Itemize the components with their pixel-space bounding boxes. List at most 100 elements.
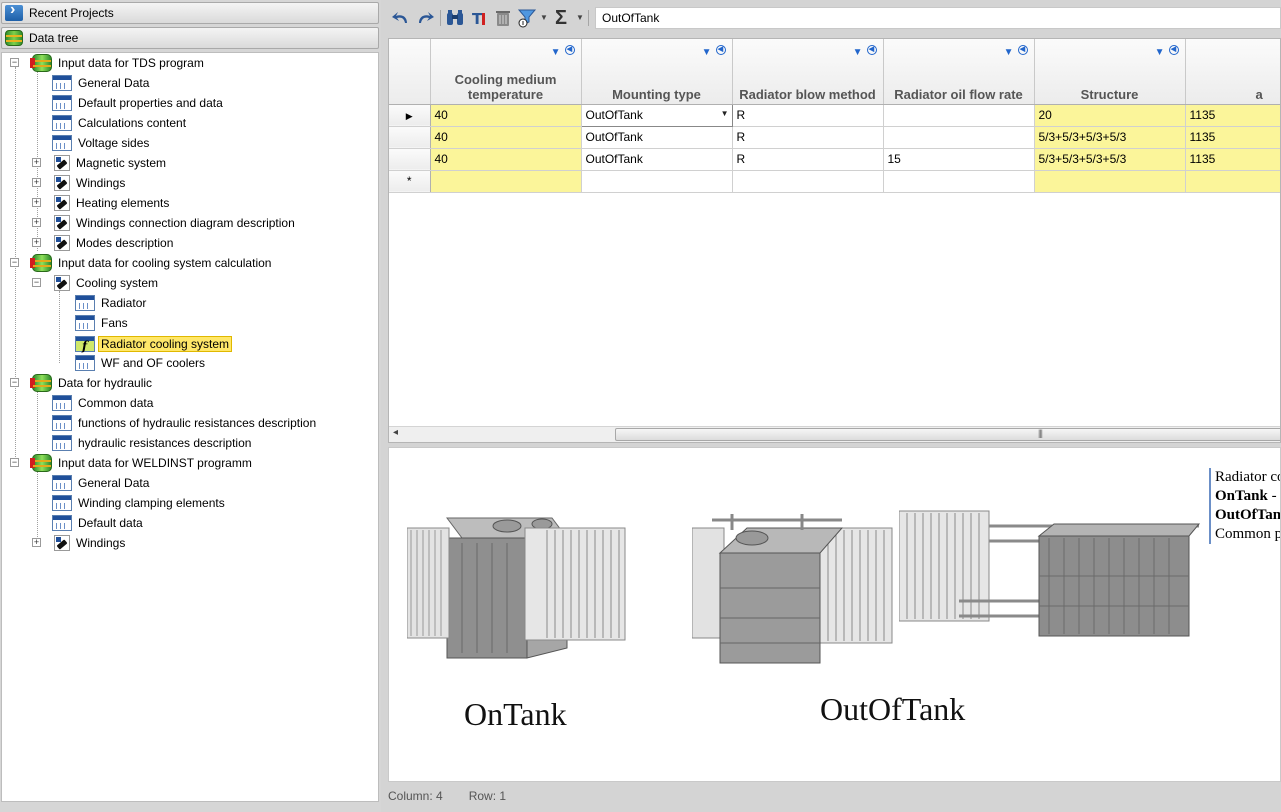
- undo-icon[interactable]: [390, 7, 412, 29]
- cell[interactable]: 40: [430, 104, 582, 127]
- cell[interactable]: 1135: [1185, 104, 1280, 127]
- filter-dropdown-icon[interactable]: ▼: [540, 13, 548, 22]
- sort-icon[interactable]: ◀: [866, 45, 877, 55]
- cell[interactable]: 1135: [1185, 126, 1280, 149]
- cell-editor[interactable]: OutOfTank ▼: [580, 103, 733, 127]
- tree-item-cooling-calc[interactable]: − Input data for cooling system calculat…: [10, 253, 274, 273]
- filter-icon[interactable]: ▼: [853, 45, 863, 60]
- row-indicator[interactable]: ▶: [389, 104, 431, 127]
- tree-item-weldinst[interactable]: − Input data for WELDINST programm: [10, 453, 255, 473]
- cell[interactable]: 5/3+5/3+5/3+5/3: [1034, 148, 1186, 171]
- data-tree[interactable]: − Input data for TDS program General Dat…: [1, 52, 379, 802]
- collapse-icon[interactable]: −: [10, 458, 19, 467]
- tree-item-winding-clamping[interactable]: Winding clamping elements: [52, 493, 228, 513]
- expand-icon[interactable]: +: [32, 538, 41, 547]
- expand-icon[interactable]: +: [32, 178, 41, 187]
- tree-item-hydraulic-resistances[interactable]: hydraulic resistances description: [52, 433, 254, 453]
- tree-item-wf-of-coolers[interactable]: WF and OF coolers: [75, 353, 208, 373]
- filter-icon[interactable]: ▼: [1155, 45, 1165, 60]
- cell[interactable]: 20: [1034, 104, 1186, 127]
- tree-item-fans[interactable]: Fans: [75, 313, 131, 333]
- table-row[interactable]: 40 OutOfTank R 5/3+5/3+5/3+5/3 1135: [389, 126, 1280, 149]
- tree-item-radiator[interactable]: Radiator: [75, 293, 149, 313]
- tree-item-modes-description[interactable]: + Modes description: [32, 233, 176, 253]
- cell[interactable]: [883, 104, 1035, 127]
- expand-icon[interactable]: +: [32, 158, 41, 167]
- horizontal-scrollbar[interactable]: ◂ |||: [389, 426, 1280, 442]
- cell[interactable]: [883, 126, 1035, 149]
- sort-icon[interactable]: ◀: [564, 45, 575, 55]
- tree-item-default-properties[interactable]: Default properties and data: [52, 93, 226, 113]
- cell[interactable]: 5/3+5/3+5/3+5/3: [1034, 126, 1186, 149]
- tree-item-cooling-system[interactable]: − Cooling system: [32, 273, 161, 293]
- cell[interactable]: 1135: [1185, 148, 1280, 171]
- table-row[interactable]: 40 OutOfTank R 15 5/3+5/3+5/3+5/3 1135: [389, 148, 1280, 171]
- filter-icon[interactable]: ▼: [551, 45, 561, 60]
- tree-item-general-data[interactable]: General Data: [52, 73, 152, 93]
- scroll-left-icon[interactable]: ◂: [393, 427, 398, 438]
- cell[interactable]: 40: [430, 148, 582, 171]
- tree-item-weldinst-general[interactable]: General Data: [52, 473, 152, 493]
- cell[interactable]: OutOfTank: [581, 148, 733, 171]
- row-indicator[interactable]: [389, 126, 431, 149]
- expand-icon[interactable]: +: [32, 218, 41, 227]
- tree-item-heating-elements[interactable]: + Heating elements: [32, 193, 172, 213]
- tree-item-magnetic-system[interactable]: + Magnetic system: [32, 153, 169, 173]
- expand-icon[interactable]: +: [32, 198, 41, 207]
- tree-item-common-data[interactable]: Common data: [52, 393, 156, 413]
- scroll-thumb[interactable]: |||: [615, 428, 1280, 441]
- column-header-cooling-temp[interactable]: ▼ ◀ Cooling medium temperature: [430, 39, 582, 105]
- tree-item-voltage-sides[interactable]: Voltage sides: [52, 133, 152, 153]
- cell[interactable]: [883, 170, 1035, 193]
- tree-item-default-data[interactable]: Default data: [52, 513, 146, 533]
- collapse-icon[interactable]: −: [10, 378, 19, 387]
- delete-icon[interactable]: [492, 7, 514, 29]
- tree-item-hydraulic-functions[interactable]: functions of hydraulic resistances descr…: [52, 413, 319, 433]
- table-row[interactable]: ▶ 40 OutOfTank ▼ R 20 1135: [389, 103, 1280, 127]
- recent-projects-header[interactable]: Recent Projects: [1, 1, 379, 24]
- tree-item-hydraulic[interactable]: − Data for hydraulic: [10, 373, 155, 393]
- cell[interactable]: [430, 170, 582, 193]
- column-header-mounting-type[interactable]: ▼ ◀ Mounting type: [581, 39, 733, 105]
- column-header-oil-flow-rate[interactable]: ▼ ◀ Radiator oil flow rate: [883, 39, 1035, 105]
- data-tree-header[interactable]: Data tree: [1, 27, 379, 49]
- find-icon[interactable]: [444, 7, 466, 29]
- collapse-icon[interactable]: −: [32, 278, 41, 287]
- cell[interactable]: [1034, 170, 1186, 193]
- cell[interactable]: [1185, 170, 1280, 193]
- column-header-structure[interactable]: ▼ ◀ Structure: [1034, 39, 1186, 105]
- sum-icon[interactable]: Σ: [550, 7, 572, 29]
- filter-icon[interactable]: ▼: [702, 45, 712, 60]
- tree-item-tds-program[interactable]: − Input data for TDS program: [10, 53, 207, 73]
- cell[interactable]: OutOfTank: [581, 126, 733, 149]
- cell[interactable]: R: [732, 126, 884, 149]
- collapse-icon[interactable]: −: [10, 258, 19, 267]
- dropdown-arrow-icon[interactable]: ▼: [721, 109, 729, 118]
- cell[interactable]: R: [732, 104, 884, 127]
- tree-item-windings[interactable]: + Windings: [32, 173, 128, 193]
- cell[interactable]: [732, 170, 884, 193]
- collapse-icon[interactable]: −: [10, 58, 19, 67]
- sort-icon[interactable]: ◀: [715, 45, 726, 55]
- sum-dropdown-icon[interactable]: ▼: [576, 13, 584, 22]
- filter-icon[interactable]: [516, 7, 538, 29]
- column-header-blow-method[interactable]: ▼ ◀ Radiator blow method: [732, 39, 884, 105]
- row-indicator[interactable]: [389, 148, 431, 171]
- new-row[interactable]: *: [389, 170, 1280, 193]
- sort-icon[interactable]: ◀: [1017, 45, 1028, 55]
- formula-input[interactable]: OutOfTank: [595, 7, 1281, 29]
- expand-icon[interactable]: +: [32, 238, 41, 247]
- column-header-a[interactable]: a: [1185, 39, 1280, 105]
- clear-format-icon[interactable]: T: [468, 7, 490, 29]
- cell[interactable]: R: [732, 148, 884, 171]
- redo-icon[interactable]: [414, 7, 436, 29]
- tree-item-calculations-content[interactable]: Calculations content: [52, 113, 189, 133]
- cell[interactable]: [581, 170, 733, 193]
- filter-icon[interactable]: ▼: [1004, 45, 1014, 60]
- tree-item-radiator-cooling-system[interactable]: Radiator cooling system: [75, 334, 233, 354]
- tree-item-windings-connection[interactable]: + Windings connection diagram descriptio…: [32, 213, 298, 233]
- cell[interactable]: 40: [430, 126, 582, 149]
- cell[interactable]: 15: [883, 148, 1035, 171]
- sort-icon[interactable]: ◀: [1168, 45, 1179, 55]
- tree-item-weldinst-windings[interactable]: + Windings: [32, 533, 128, 553]
